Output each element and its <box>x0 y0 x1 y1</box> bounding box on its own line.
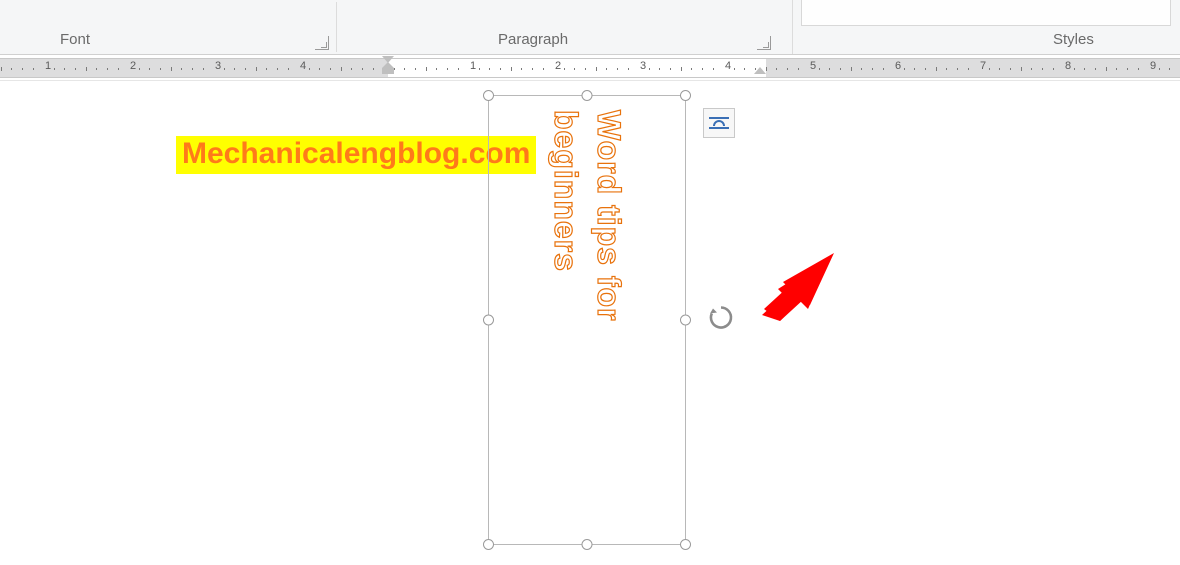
layout-options-icon <box>708 113 730 133</box>
ruler-number: 1 <box>470 60 476 72</box>
ruler-number: 5 <box>810 60 816 72</box>
ruler-number: 2 <box>130 60 136 72</box>
ribbon-group-paragraph-label: Paragraph <box>498 31 568 48</box>
paragraph-dialog-launcher[interactable] <box>757 36 771 50</box>
selected-textbox[interactable]: Word tips for beginners <box>488 95 686 545</box>
ruler-number: 6 <box>895 60 901 72</box>
layout-options-button[interactable] <box>703 108 735 138</box>
textbox-content[interactable]: Word tips for beginners <box>489 108 685 556</box>
ribbon-styles-area: Styles <box>792 0 1180 54</box>
ruler-numbers: 4 3 2 1 1 2 3 4 5 6 7 8 9 <box>0 59 1180 77</box>
resize-handle-top-middle[interactable] <box>582 90 593 101</box>
rotate-handle[interactable] <box>707 304 735 337</box>
ruler-number: 4 <box>725 60 731 72</box>
ruler-number: 7 <box>980 60 986 72</box>
ruler-track: 4 3 2 1 1 2 3 4 5 6 7 8 9 <box>0 58 1180 78</box>
resize-handle-top-right[interactable] <box>680 90 691 101</box>
ruler-number: 8 <box>1065 60 1071 72</box>
ruler-number: 3 <box>215 60 221 72</box>
ruler-number: 2 <box>555 60 561 72</box>
rotate-handle-icon <box>707 304 735 332</box>
ribbon-separator <box>336 2 337 52</box>
ribbon-group-styles-label: Styles <box>1053 31 1094 48</box>
annotation-arrow <box>760 253 840 328</box>
textbox-line2: beginners <box>548 110 584 272</box>
ruler-number: 9 <box>1150 60 1156 72</box>
ruler-number: 1 <box>45 60 51 72</box>
document-canvas[interactable]: Mechanicalengblog.com Word tips for begi… <box>0 83 1180 565</box>
ribbon-group-labels-row: Font Paragraph Styles <box>0 0 1180 55</box>
ruler-number: 4 <box>300 60 306 72</box>
watermark-text: Mechanicalengblog.com <box>176 136 536 174</box>
textbox-line1: Word tips for <box>591 110 627 322</box>
ruler-number: 3 <box>640 60 646 72</box>
ribbon-group-font-label: Font <box>60 31 90 48</box>
styles-gallery[interactable] <box>801 0 1171 26</box>
resize-handle-top-left[interactable] <box>483 90 494 101</box>
font-dialog-launcher[interactable] <box>315 36 329 50</box>
horizontal-ruler[interactable]: 4 3 2 1 1 2 3 4 5 6 7 8 9 <box>0 55 1180 81</box>
